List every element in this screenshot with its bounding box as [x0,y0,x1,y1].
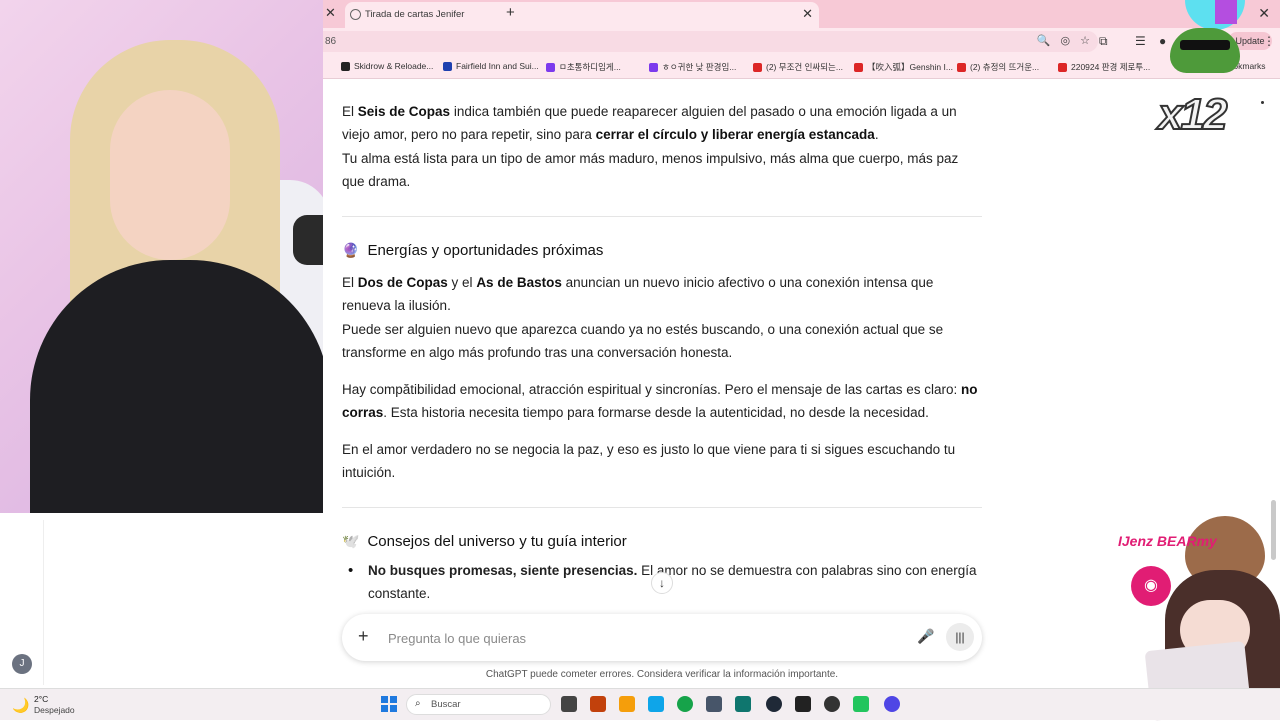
chrome-icon[interactable] [677,696,693,712]
weather-temperature[interactable]: 2°C [34,694,48,704]
bookmark-favicon-icon [649,62,658,72]
microphone-icon[interactable]: 🎤 [917,628,934,645]
search-icon: ⌕ [415,698,421,709]
dove-icon: 🕊️ [342,533,360,549]
bookmark-item[interactable]: Fairfield Inn and Sui... [443,61,539,71]
emote-combo-counter: x12 [1157,89,1228,140]
bookmark-favicon-icon [341,61,350,71]
frog-sunglasses [1180,40,1230,50]
paragraph: Hay compătibilidad emocional, atracción … [342,382,978,421]
paragraph: El Seis de Copas indica también que pued… [342,104,957,143]
prompt-input[interactable] [386,624,890,652]
left-tab-close-icon[interactable]: ✕ [325,5,336,21]
youtube-favicon-icon [753,62,762,72]
paragraph: Tu alma está lista para un tipo de amor … [342,151,959,190]
tab-active[interactable]: Tirada de cartas Jenifer ✕ [345,2,819,28]
bookmark-item[interactable]: Skidrow & Reloade... [341,61,433,71]
tab-title: Tirada de cartas Jenifer [365,9,465,20]
frog-emote-overlay [1160,0,1260,90]
chatgpt-favicon-icon [350,9,361,20]
bookmark-item[interactable]: ㅎㅇ귀한 낮 판경임... [649,61,736,73]
new-tab-button[interactable]: + [506,4,515,21]
frog-hat-feather [1215,0,1237,24]
chrome-active-icon[interactable] [766,696,782,712]
youtube-favicon-icon [957,62,966,72]
paragraph: El Dos de Copas y el As de Bastos anunci… [342,275,934,314]
edge-icon[interactable] [648,696,664,712]
discord-taskbar-icon[interactable] [884,696,900,712]
taskbar-search-label: Buscar [431,699,461,710]
youtube-favicon-icon [854,62,863,72]
brand-label: IJenz BEARmy [1118,533,1217,549]
attach-plus-icon[interactable]: + [358,626,369,647]
webcam-microphone [293,215,323,265]
discord-icon: ◉ [1131,566,1171,606]
windows-taskbar: 🌙 2°C Despejado ⌕ Buscar [0,688,1280,720]
star-icon[interactable]: ☆ [1080,34,1090,47]
tab-close-icon[interactable]: ✕ [802,6,813,22]
copilot-icon[interactable] [590,696,606,712]
paragraph: En el amor verdadero no se negocia la pa… [342,442,956,481]
indicator-dot [1261,101,1264,104]
task-view-icon[interactable] [561,696,577,712]
app-icon[interactable] [795,696,811,712]
menu-icon[interactable]: ⋮ [1263,34,1275,48]
extensions-icon[interactable]: ⧉ [1099,34,1108,49]
url-text[interactable]: 86 [325,36,336,47]
bookmark-favicon-icon [546,62,555,72]
reading-list-icon[interactable]: ☰ [1135,34,1146,48]
windows-start-icon[interactable] [381,696,397,712]
moon-weather-icon[interactable]: 🌙 [12,697,29,714]
webcam-streamer-face [110,90,230,260]
scroll-to-bottom-button[interactable]: ↓ [651,572,673,594]
crystal-ball-icon: 🔮 [342,242,360,258]
disclaimer-text: ChatGPT puede cometer errores. Considera… [485,669,839,680]
file-explorer-icon[interactable] [619,696,635,712]
eye-off-icon[interactable]: ◎ [1061,34,1071,47]
store-icon[interactable] [706,696,722,712]
bookmark-item[interactable]: 【吹入弧】Genshin I... [854,61,953,73]
bookmark-item[interactable]: ㅁ초통하디임게... [546,61,621,73]
bookmark-favicon-icon [443,61,452,71]
taskbar-search[interactable]: ⌕ Buscar [406,694,551,715]
window-close-icon[interactable]: ✕ [1258,5,1270,22]
section-heading: 🕊️ Consejos del universo y tu guía interi… [342,533,627,550]
section-heading: 🔮 Energías y oportunidades próximas [342,242,604,259]
webcam-streamer-body [30,260,323,513]
bookmark-item[interactable]: (2) 츄정의 뜨거운... [957,61,1039,73]
bookmarks-bar: Skidrow & Reloade... Fairfield Inn and S… [323,55,1280,79]
divider [342,507,982,508]
sidebar-edge [43,520,44,685]
obs-icon[interactable] [824,696,840,712]
terminal-icon[interactable] [735,696,751,712]
youtube-favicon-icon [1058,62,1067,72]
voice-mode-button[interactable]: ||| [946,623,974,651]
bookmark-item[interactable]: (2) 무조건 인싸되는... [753,61,843,73]
webcam-overlay [0,0,323,513]
browser-toolbar: 86 🔍 ◎ ☆ ⧉ ☰ ● Update ⋮ [323,28,1280,55]
message-composer: + 🎤 ||| [342,614,982,661]
frog-head-shape [1170,28,1240,73]
user-avatar[interactable]: J [12,654,32,674]
omnibox-actions: 🔍 ◎ ☆ [1037,34,1090,47]
divider [342,216,982,217]
bookmark-item[interactable]: 220924 판경 제로투... [1058,61,1150,73]
browser-tabbar: ✕ Tirada de cartas Jenifer ✕ + ✕ [323,0,1280,28]
app-green-icon[interactable] [853,696,869,712]
zoom-icon[interactable]: 🔍 [1037,34,1051,47]
omnibox[interactable]: 86 🔍 ◎ ☆ [323,31,1098,52]
paragraph: Puede ser alguien nuevo que aparezca cua… [342,322,944,361]
page-scrollbar[interactable] [1271,500,1276,560]
weather-description[interactable]: Despejado [34,705,75,715]
